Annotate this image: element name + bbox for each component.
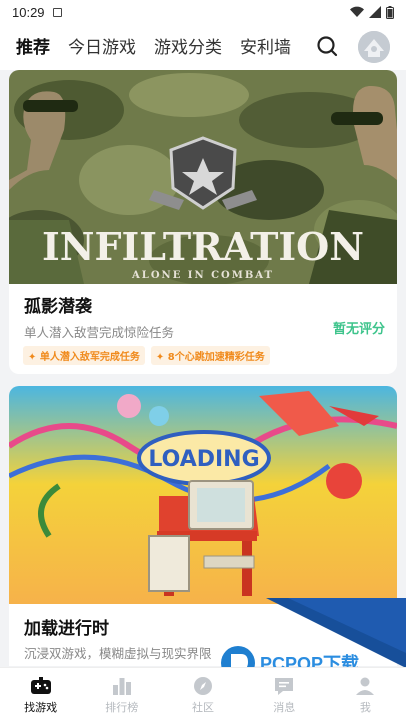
tag-badge: ✦ 单人潜入敌军完成任务 [23, 346, 145, 365]
signal-icon [369, 6, 381, 18]
message-icon [275, 678, 294, 695]
top-nav: 推荐 今日游戏 游戏分类 安利墙 [0, 24, 406, 70]
nav-label: 找游戏 [24, 701, 58, 714]
banner-title-text: INFILTRATION [42, 224, 364, 269]
wifi-icon [350, 6, 364, 18]
camouflage-banner-art: INFILTRATION ALONE IN COMBAT [9, 70, 397, 284]
nav-me[interactable]: 我 [325, 668, 406, 723]
status-bar: 10:29 [0, 0, 406, 24]
sparkle-icon: ✦ [28, 352, 40, 363]
sparkle-icon: ✦ [155, 352, 168, 363]
status-icons [350, 5, 394, 19]
loading-banner-art: LOADING [9, 386, 397, 604]
rating-label: 暂无评分 [332, 322, 385, 337]
banner-title-text: LOADING [148, 447, 259, 472]
tab-recommend[interactable]: 推荐 [16, 33, 50, 62]
game-card-loading[interactable]: LOADING 加载进行时 沉浸双游戏，模糊虚拟与现实界限 [9, 386, 397, 666]
nav-label: 排行榜 [105, 701, 139, 714]
compass-icon [194, 677, 212, 695]
game-title[interactable]: 孤影潜袭 [24, 292, 92, 317]
clock: 10:29 [12, 4, 45, 20]
ranking-icon [112, 678, 131, 695]
tab-today-games[interactable]: 今日游戏 [68, 33, 136, 62]
nav-messages[interactable]: 消息 [244, 668, 325, 723]
notification-icon [52, 7, 62, 17]
tab-game-categories[interactable]: 游戏分类 [154, 33, 222, 62]
user-icon [356, 677, 375, 695]
nav-find-games[interactable]: 找游戏 [0, 668, 81, 723]
tab-recommend-wall[interactable]: 安利墙 [240, 33, 291, 62]
game-feed: INFILTRATION ALONE IN COMBAT 孤影潜袭 单人潜入敌营… [0, 70, 406, 666]
game-card-infiltration[interactable]: INFILTRATION ALONE IN COMBAT 孤影潜袭 单人潜入敌营… [9, 70, 397, 374]
gamepad-icon [30, 677, 51, 694]
game-banner-loading[interactable]: LOADING [9, 386, 397, 604]
game-title[interactable]: 加载进行时 [24, 614, 109, 639]
game-description: 沉浸双游戏，模糊虚拟与现实界限 [24, 646, 212, 661]
nav-rankings[interactable]: 排行榜 [81, 668, 162, 723]
game-description: 单人潜入敌营完成惊险任务 [24, 325, 175, 340]
game-banner-infiltration[interactable]: INFILTRATION ALONE IN COMBAT [9, 70, 397, 284]
bottom-nav: 找游戏 排行榜 社区 消息 我 [0, 667, 406, 723]
nav-community[interactable]: 社区 [162, 668, 243, 723]
search-icon[interactable] [316, 35, 338, 57]
user-avatar-icon [358, 31, 390, 63]
nav-label: 我 [359, 701, 371, 714]
tag-badge: ✦ 8个心跳加速精彩任务 [150, 346, 270, 365]
nav-label: 社区 [192, 701, 214, 714]
battery-icon [386, 5, 394, 19]
tag-list: ✦ 单人潜入敌军完成任务 ✦ 8个心跳加速精彩任务 [23, 346, 270, 365]
nav-label: 消息 [273, 701, 296, 714]
avatar[interactable] [358, 31, 390, 63]
banner-subtitle-text: ALONE IN COMBAT [131, 270, 274, 281]
